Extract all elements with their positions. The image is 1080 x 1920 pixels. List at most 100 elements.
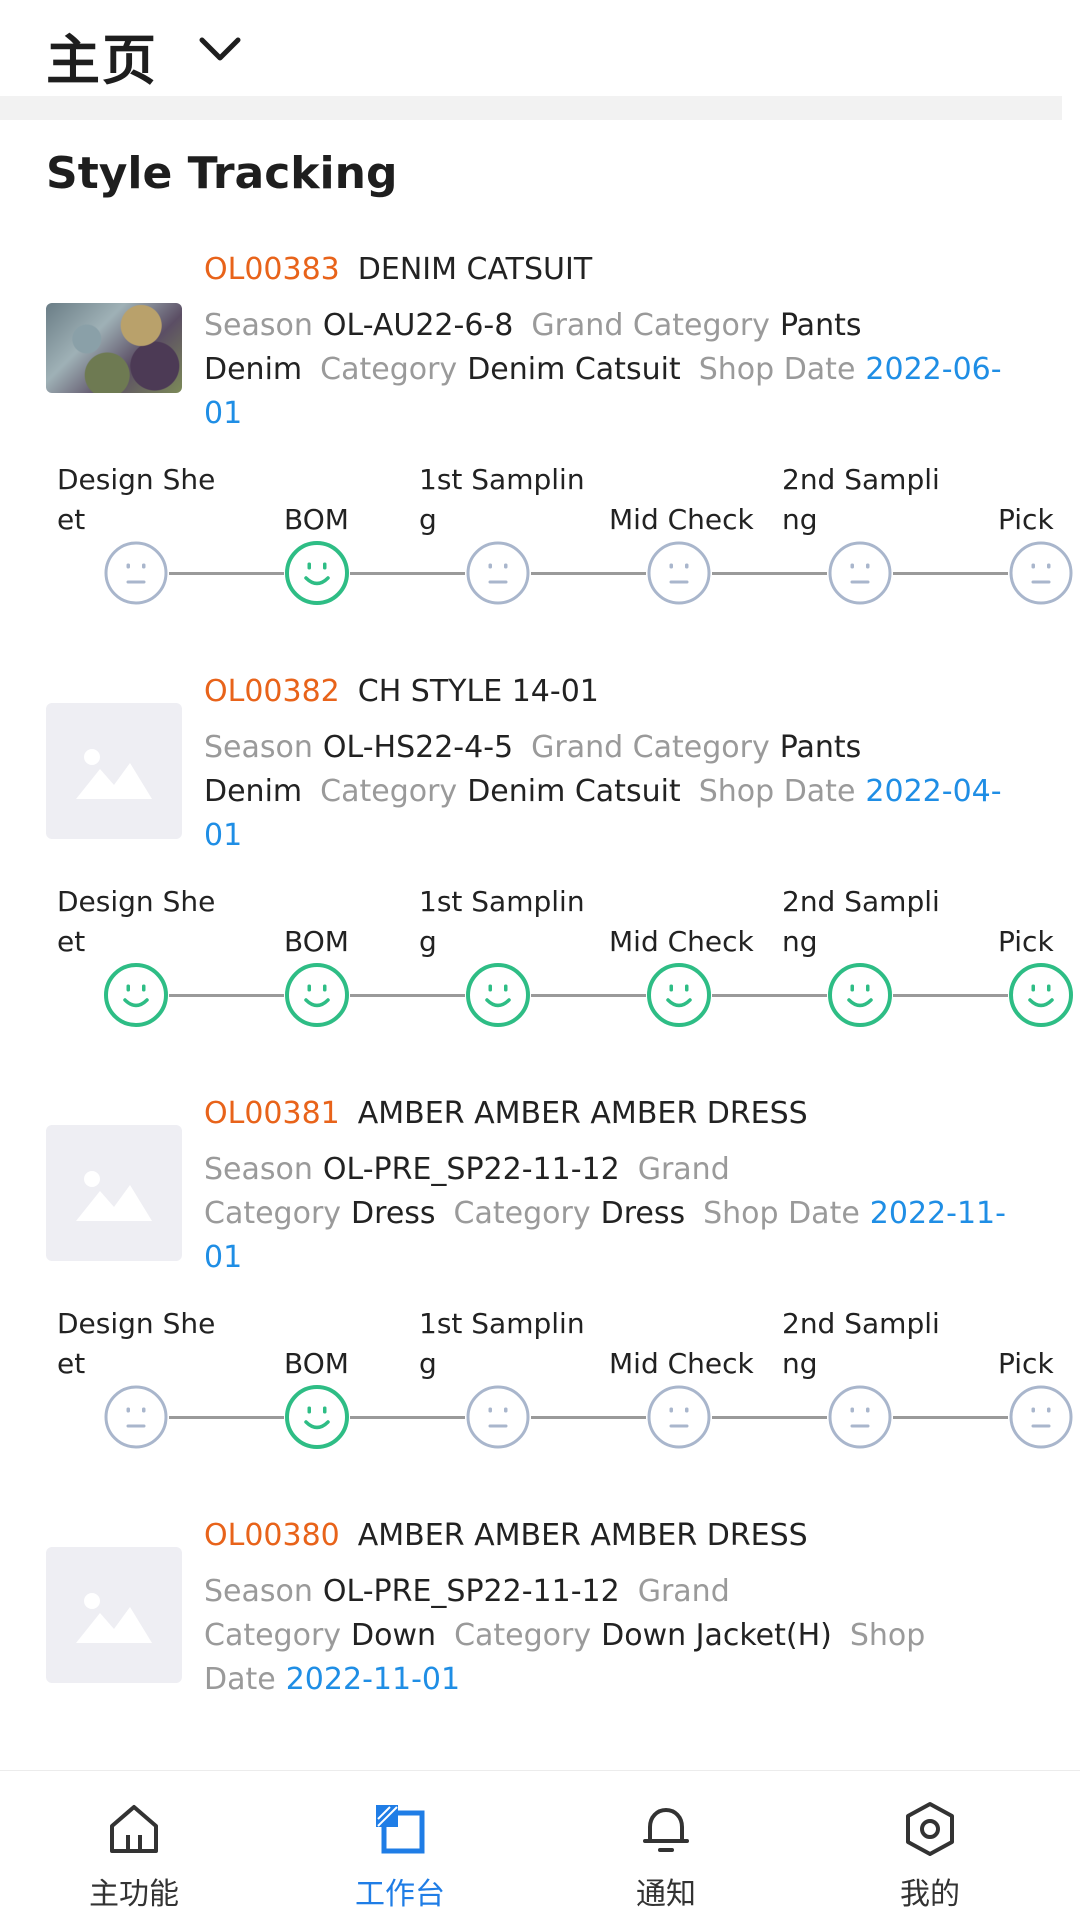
smile-face-icon[interactable] (284, 540, 350, 606)
stage-label-bom: BOM (284, 925, 349, 958)
shop-date-value: 2022-06- (865, 352, 1002, 387)
timeline-connector (169, 572, 284, 575)
image-placeholder (46, 1547, 182, 1683)
stage-timeline: Design She et BOM 1st Samplin g Mid Check 2nd … (0, 1304, 1080, 1450)
section-title: Style Tracking (46, 148, 398, 199)
smile-face-icon[interactable] (1008, 962, 1074, 1028)
timeline-connector (531, 1416, 646, 1419)
style-name: DENIM CATSUIT (357, 252, 593, 287)
style-header: OL00382 CH STYLE 14-01 (204, 674, 599, 709)
grand-category-label: Grand (637, 1152, 730, 1187)
stage-label-mid-check: Mid Check (609, 925, 754, 958)
grand-category-value: Down (351, 1618, 437, 1653)
neutral-face-icon[interactable] (646, 1384, 712, 1450)
season-label: Season (204, 1152, 313, 1187)
nav-item-home[interactable]: 主功能 (34, 1771, 234, 1920)
timeline-connector (350, 994, 465, 997)
style-code[interactable]: OL00383 (204, 252, 340, 287)
grand-category-label-cont: Category (204, 1618, 342, 1653)
shop-date-value: 2022-04- (865, 774, 1002, 809)
smile-face-icon[interactable] (646, 962, 712, 1028)
nav-label: 通知 (636, 1877, 696, 1912)
timeline-connector (531, 572, 646, 575)
nav-item-mine[interactable]: 我的 (830, 1771, 1030, 1920)
season-value: OL-PRE_SP22-11-12 (322, 1152, 620, 1187)
timeline-connector (893, 994, 1008, 997)
style-name: CH STYLE 14-01 (357, 674, 599, 709)
neutral-face-icon[interactable] (103, 1384, 169, 1450)
shop-date-value: 2022-11-01 (285, 1662, 461, 1697)
stage-label-2nd-sampling: 2nd Sampli ng (782, 1307, 940, 1380)
smile-face-icon[interactable] (827, 962, 893, 1028)
nav-item-workbench[interactable]: 工作台 (300, 1771, 500, 1920)
shop-date-label-cont: Date (204, 1662, 276, 1697)
season-label: Season (204, 1574, 313, 1609)
style-code[interactable]: OL00380 (204, 1518, 340, 1553)
style-code[interactable]: OL00382 (204, 674, 340, 709)
smile-face-icon[interactable] (103, 962, 169, 1028)
nav-label: 我的 (900, 1877, 960, 1912)
page-title[interactable]: 主页 (46, 16, 158, 95)
header-divider (0, 96, 1062, 120)
style-code[interactable]: OL00381 (204, 1096, 340, 1131)
stage-timeline: Design She et BOM 1st Samplin g Mid Check 2nd … (0, 882, 1080, 1028)
category-value: Dress (600, 1196, 686, 1231)
grand-category-value: Pants (779, 308, 862, 343)
style-card[interactable]: OL00382 CH STYLE 14-01 Season OL-HS22-4-5 G… (0, 672, 1080, 1092)
shop-date-label: Shop Date (698, 774, 856, 809)
style-header: OL00380 AMBER AMBER AMBER DRESS (204, 1518, 808, 1553)
style-card[interactable]: OL00383 DENIM CATSUIT Season OL-AU22-6-8 Gr… (0, 250, 1080, 670)
neutral-face-icon[interactable] (103, 540, 169, 606)
bottom-navigation: 主功能 工作台 通知 我的 (0, 1770, 1080, 1920)
shop-date-value-cont: 01 (204, 818, 243, 853)
stage-label-pick: Pick (998, 1347, 1054, 1380)
smile-face-icon[interactable] (284, 962, 350, 1028)
timeline-connector (169, 1416, 284, 1419)
neutral-face-icon[interactable] (465, 1384, 531, 1450)
shop-date-label: Shop Date (698, 352, 856, 387)
stage-label-pick: Pick (998, 503, 1054, 536)
style-details: Season OL-PRE_SP22-11-12 Grand Category Dre… (204, 1148, 1034, 1280)
grand-category-label: Grand Category (531, 308, 770, 343)
neutral-face-icon[interactable] (1008, 540, 1074, 606)
timeline-connector (531, 994, 646, 997)
grand-category-value-cont: Denim (204, 352, 303, 387)
smile-face-icon[interactable] (284, 1384, 350, 1450)
timeline-connector (893, 1416, 1008, 1419)
category-label: Category (454, 1618, 592, 1653)
neutral-face-icon[interactable] (1008, 1384, 1074, 1450)
category-value: Down Jacket(H) (601, 1618, 832, 1653)
neutral-face-icon[interactable] (827, 540, 893, 606)
category-label: Category (453, 1196, 591, 1231)
category-label: Category (320, 352, 458, 387)
shop-date-value-cont: 01 (204, 1240, 243, 1275)
style-name: AMBER AMBER AMBER DRESS (357, 1096, 808, 1131)
stage-label-bom: BOM (284, 503, 349, 536)
style-details: Season OL-HS22-4-5 Grand Category Pants Den… (204, 726, 1034, 858)
stage-label-design-sheet: Design She et (57, 463, 216, 536)
style-header: OL00381 AMBER AMBER AMBER DRESS (204, 1096, 808, 1131)
timeline-connector (712, 1416, 827, 1419)
grand-category-label: Grand (637, 1574, 730, 1609)
season-value: OL-AU22-6-8 (322, 308, 514, 343)
nav-item-notifications[interactable]: 通知 (566, 1771, 766, 1920)
stage-label-design-sheet: Design She et (57, 1307, 216, 1380)
timeline-connector (712, 572, 827, 575)
smile-face-icon[interactable] (465, 962, 531, 1028)
season-value: OL-HS22-4-5 (322, 730, 514, 765)
timeline-connector (350, 572, 465, 575)
neutral-face-icon[interactable] (827, 1384, 893, 1450)
bell-icon (643, 1808, 689, 1852)
style-card[interactable]: OL00381 AMBER AMBER AMBER DRESS Season OL-… (0, 1094, 1080, 1514)
category-label: Category (320, 774, 458, 809)
style-card[interactable]: OL00380 AMBER AMBER AMBER DRESS Season OL-… (0, 1516, 1080, 1766)
home-icon (110, 1805, 158, 1853)
neutral-face-icon[interactable] (465, 540, 531, 606)
shop-date-label: Shop Date (703, 1196, 860, 1231)
stage-label-design-sheet: Design She et (57, 885, 216, 958)
style-details: Season OL-PRE_SP22-11-12 Grand Category Dow… (204, 1570, 1034, 1702)
chevron-down-icon[interactable] (196, 30, 244, 70)
timeline-connector (169, 994, 284, 997)
shop-date-label: Shop (849, 1618, 926, 1653)
neutral-face-icon[interactable] (646, 540, 712, 606)
